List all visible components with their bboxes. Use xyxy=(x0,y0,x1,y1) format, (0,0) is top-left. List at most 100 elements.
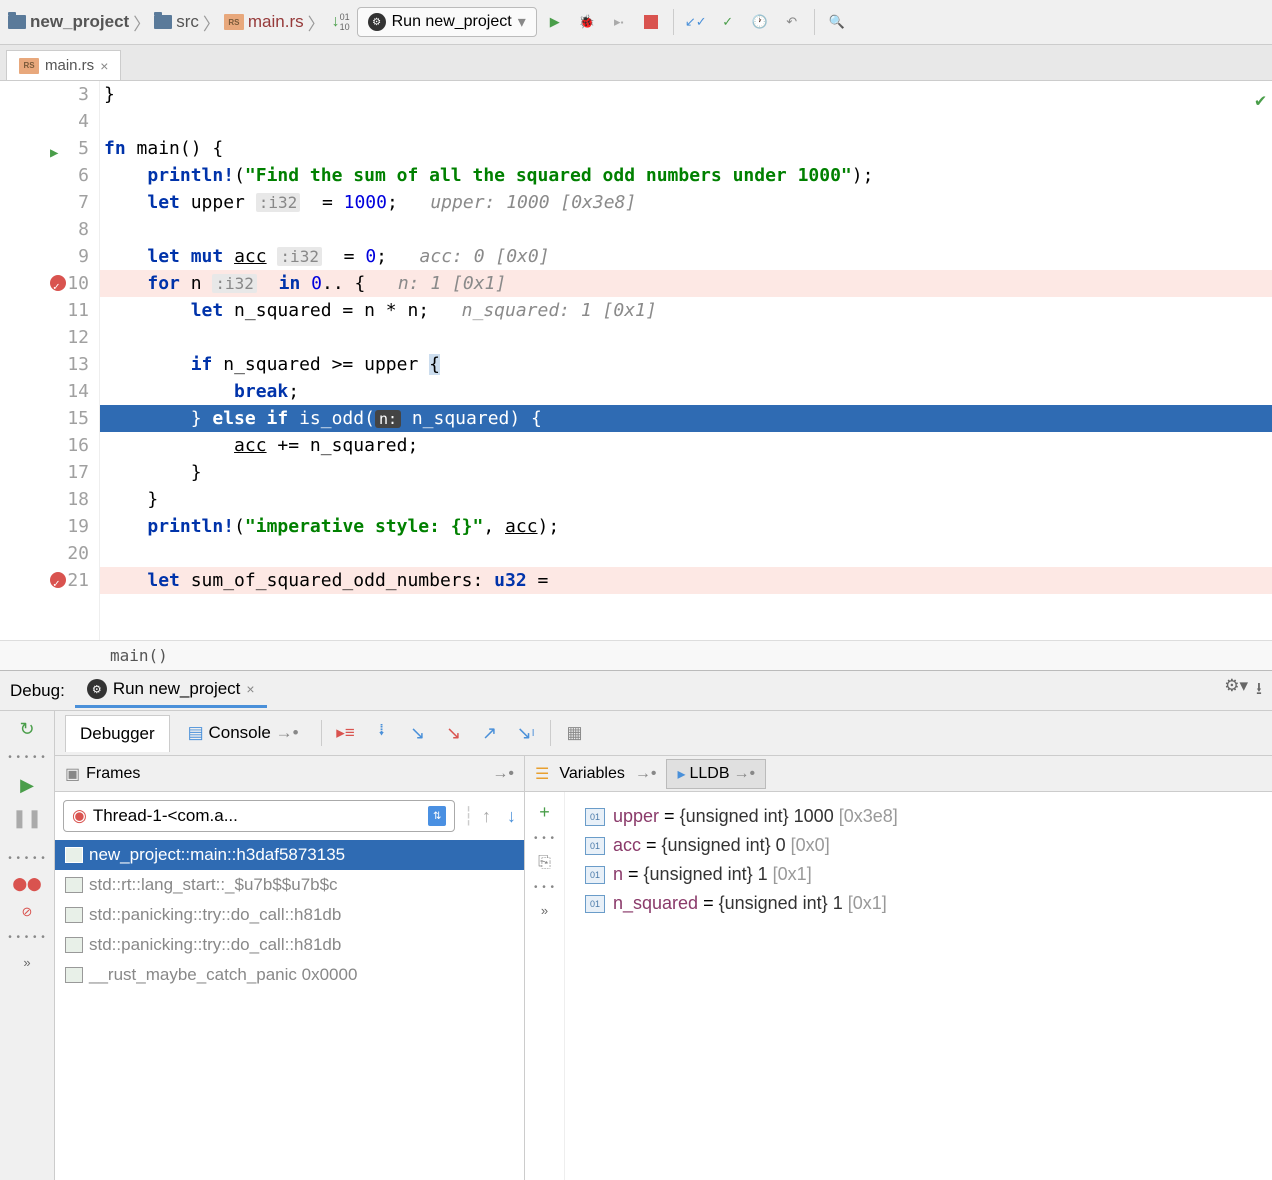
lldb-icon: ▸ xyxy=(677,764,685,784)
variables-header: ☰ Variables →• ▸ LLDB →• xyxy=(525,756,1272,792)
pin-icon[interactable]: →• xyxy=(635,765,657,783)
evaluate-expression-button[interactable]: ▦ xyxy=(559,717,591,749)
frame-icon xyxy=(65,847,83,863)
show-execution-point-button[interactable]: ▸≡ xyxy=(330,717,362,749)
close-icon[interactable]: × xyxy=(246,681,254,697)
prev-frame-button[interactable]: ↑ xyxy=(474,806,499,827)
chevron-right-icon: 〉 xyxy=(133,10,150,35)
breadcrumb-project[interactable]: new_project xyxy=(8,12,129,32)
editor-breadcrumb[interactable]: main() xyxy=(0,640,1272,670)
search-button[interactable]: 🔍 xyxy=(823,8,851,36)
rust-logo-icon: ⚙ xyxy=(368,13,386,31)
pin-icon: →• xyxy=(276,723,299,742)
var-icon: 01 xyxy=(585,837,605,855)
resume-button[interactable]: ▶ xyxy=(20,775,34,796)
separator xyxy=(550,720,551,746)
chevron-right-icon: 〉 xyxy=(308,10,325,35)
code-area[interactable]: }fn main() { println!("Find the sum of a… xyxy=(100,81,1272,640)
close-tab-icon[interactable]: × xyxy=(100,58,108,74)
step-out-button[interactable]: ↗ xyxy=(474,717,506,749)
console-tab[interactable]: ▤ Console →• xyxy=(174,715,313,751)
frame-row[interactable]: std::rt::lang_start::_$u7b$$u7b$c xyxy=(55,870,524,900)
undo-button[interactable]: ↶ xyxy=(778,8,806,36)
vcs-history-button[interactable]: 🕐 xyxy=(746,8,774,36)
breakpoints-button[interactable]: ⬤⬤ xyxy=(12,876,41,892)
lldb-tab[interactable]: ▸ LLDB →• xyxy=(666,759,766,789)
pause-button[interactable]: ❚❚ xyxy=(12,808,42,829)
rust-file-icon: RS xyxy=(224,14,244,30)
console-icon: ▤ xyxy=(188,723,204,742)
more-button[interactable]: » xyxy=(541,903,548,918)
debugger-tab[interactable]: Debugger xyxy=(65,715,170,752)
add-watch-button[interactable]: + xyxy=(539,802,550,823)
copy-button[interactable]: ⎘ xyxy=(538,854,551,872)
separator xyxy=(321,720,322,746)
frames-icon: ▣ xyxy=(65,764,80,784)
variable-row[interactable]: 01 n = {unsigned int} 1 [0x1] xyxy=(585,860,1252,889)
separator: • • • xyxy=(534,882,555,893)
frames-list[interactable]: new_project::main::h3daf5873135std::rt::… xyxy=(55,840,524,1180)
stop-button[interactable] xyxy=(637,8,665,36)
main-toolbar: new_project 〉 src 〉 RS main.rs 〉 ↓0110 ⚙… xyxy=(0,0,1272,45)
debug-button[interactable]: 🐞 xyxy=(573,8,601,36)
rust-logo-icon: ⚙ xyxy=(87,679,107,699)
more-button[interactable]: » xyxy=(23,955,30,970)
rust-file-icon: RS xyxy=(19,58,39,74)
frame-icon xyxy=(65,967,83,983)
separator xyxy=(814,9,815,35)
separator: ┆ xyxy=(463,806,474,827)
frame-row[interactable]: new_project::main::h3daf5873135 xyxy=(55,840,524,870)
debug-session-tab[interactable]: ⚙ Run new_project × xyxy=(75,673,267,708)
var-icon: 01 xyxy=(585,866,605,884)
breadcrumb-src[interactable]: src xyxy=(154,12,199,32)
frame-row[interactable]: std::panicking::try::do_call::h81db xyxy=(55,900,524,930)
thread-selector[interactable]: ◉ Thread-1-<com.a... ⇅ xyxy=(63,800,455,832)
pin-icon: →• xyxy=(734,765,756,783)
separator xyxy=(673,9,674,35)
step-over-button[interactable]: ⭭ xyxy=(366,717,398,749)
mute-breakpoints-button[interactable]: ⊘ xyxy=(22,904,33,920)
dropdown-icon: ▾ xyxy=(518,12,526,32)
gutter[interactable]: 345▶6789101112131415161718192021 xyxy=(0,81,100,640)
editor-tabs-bar: RS main.rs × xyxy=(0,45,1272,81)
coverage-button[interactable]: ▸▪ xyxy=(605,8,633,36)
var-icon: 01 xyxy=(585,895,605,913)
variable-row[interactable]: 01 n_squared = {unsigned int} 1 [0x1] xyxy=(585,889,1252,918)
frames-panel: ▣ Frames →• ◉ Thread-1-<com.a... ⇅ ┆ ↑ ↓ xyxy=(55,756,525,1180)
settings-icon[interactable]: ⚙▾ xyxy=(1224,676,1248,705)
vcs-update-button[interactable]: ↙✓ xyxy=(682,8,710,36)
frame-row[interactable]: __rust_maybe_catch_panic 0x0000 xyxy=(55,960,524,990)
separator: • • • • • xyxy=(8,853,46,864)
scroll-from-source-icon[interactable]: ↓0110 xyxy=(329,10,353,34)
editor-tab-main-rs[interactable]: RS main.rs × xyxy=(6,50,121,80)
editor[interactable]: ✔ 345▶6789101112131415161718192021 }fn m… xyxy=(0,81,1272,640)
run-configuration-selector[interactable]: ⚙ Run new_project ▾ xyxy=(357,7,537,37)
breadcrumb-file[interactable]: RS main.rs xyxy=(224,12,304,32)
variable-row[interactable]: 01 acc = {unsigned int} 0 [0x0] xyxy=(585,831,1252,860)
variables-panel: ☰ Variables →• ▸ LLDB →• + xyxy=(525,756,1272,1180)
separator: • • • • • xyxy=(8,752,46,763)
variables-list[interactable]: 01 upper = {unsigned int} 1000 [0x3e8]01… xyxy=(565,792,1272,1180)
variables-side-toolbar: + • • • ⎘ • • • » xyxy=(525,792,565,1180)
variable-row[interactable]: 01 upper = {unsigned int} 1000 [0x3e8] xyxy=(585,802,1252,831)
frame-icon xyxy=(65,877,83,893)
frame-icon xyxy=(65,907,83,923)
run-to-cursor-button[interactable]: ↘I xyxy=(510,717,542,749)
next-frame-button[interactable]: ↓ xyxy=(499,806,524,827)
var-icon: 01 xyxy=(585,808,605,826)
vcs-commit-button[interactable]: ✓ xyxy=(714,8,742,36)
step-into-button[interactable]: ↘ xyxy=(402,717,434,749)
run-button[interactable]: ▶ xyxy=(541,8,569,36)
breadcrumb: new_project 〉 src 〉 RS main.rs 〉 xyxy=(8,10,325,35)
frame-icon xyxy=(65,937,83,953)
separator: • • • • • xyxy=(8,932,46,943)
debug-tool-window: Debug: ⚙ Run new_project × ⚙▾ ⭳ ↻ • • • … xyxy=(0,670,1272,1180)
folder-icon xyxy=(154,15,172,29)
download-icon[interactable]: ⭳ xyxy=(1256,676,1262,705)
force-step-into-button[interactable]: ↘ xyxy=(438,717,470,749)
debug-label: Debug: xyxy=(10,681,65,701)
frame-row[interactable]: std::panicking::try::do_call::h81db xyxy=(55,930,524,960)
rerun-button[interactable]: ↻ xyxy=(19,719,34,740)
debug-toolbar: Debugger ▤ Console →• ▸≡ ⭭ ↘ ↘ ↗ ↘I ▦ xyxy=(55,711,1272,756)
pin-icon[interactable]: →• xyxy=(492,765,514,783)
